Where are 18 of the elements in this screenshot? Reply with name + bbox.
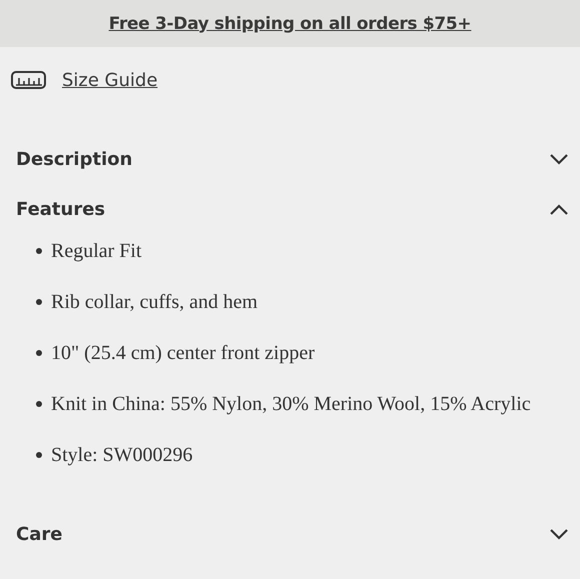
feature-text: 10" (25.4 cm) center front zipper xyxy=(51,341,315,366)
chevron-icon xyxy=(550,204,568,214)
bullet-dot xyxy=(36,248,42,254)
feature-text: Regular Fit xyxy=(51,239,142,264)
chevron-icon xyxy=(550,154,568,164)
bullet-dot xyxy=(36,401,42,407)
chevron-icon xyxy=(550,528,568,540)
size-guide-link[interactable]: Size Guide xyxy=(62,70,158,90)
bullet-dot xyxy=(36,350,42,356)
feature-text: Style: SW000296 xyxy=(51,443,193,468)
accordion-header[interactable]: Features xyxy=(0,184,580,234)
ruler-icon xyxy=(11,71,46,89)
bullet-dot xyxy=(36,452,42,458)
feature-text: Rib collar, cuffs, and hem xyxy=(51,290,258,315)
accordion-header[interactable]: Care xyxy=(0,509,580,559)
accordion-header[interactable]: Description xyxy=(0,134,580,184)
feature-text: Knit in China: 55% Nylon, 30% Merino Wool, 15% Acrylic xyxy=(51,392,531,417)
bullet-dot xyxy=(36,299,42,305)
